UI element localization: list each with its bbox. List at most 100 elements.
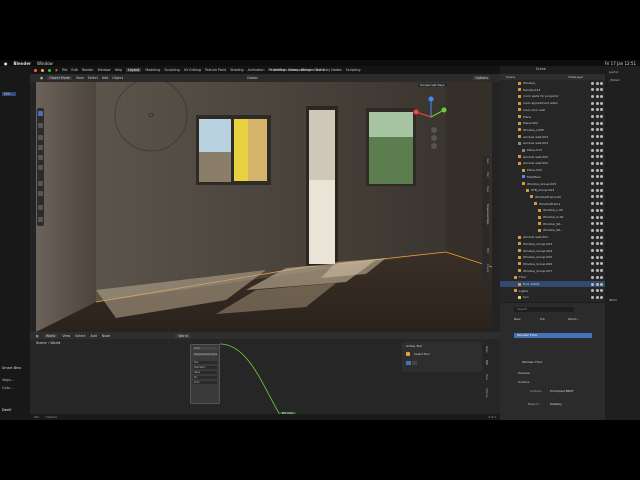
camera-icon[interactable] (600, 128, 603, 132)
outliner-row[interactable]: Modifiers (500, 174, 605, 180)
visibility-icons[interactable] (591, 141, 603, 145)
select-toggle-icon[interactable] (591, 282, 594, 286)
camera-icon[interactable] (600, 81, 603, 85)
section-preview[interactable]: Preview (518, 371, 530, 375)
outliner-row[interactable]: Window_ (500, 80, 605, 86)
surface-shader-field[interactable]: Principled BSDF (550, 389, 574, 393)
eye-icon[interactable] (595, 81, 599, 85)
outliner-row[interactable]: Plane.002 (500, 120, 605, 126)
visibility-icons[interactable] (591, 115, 603, 119)
eye-icon[interactable] (595, 141, 599, 145)
eye-icon[interactable] (595, 148, 599, 152)
select-mode-extend-icon[interactable] (412, 361, 417, 365)
node-menu-node[interactable]: Node (102, 334, 111, 338)
camera-icon[interactable] (600, 182, 603, 186)
workspace-tab-animation[interactable]: Animation (248, 68, 265, 72)
visibility-icons[interactable] (591, 215, 603, 219)
workspace-tab-texture-paint[interactable]: Texture Paint (205, 68, 226, 72)
left-panel-smart-bins[interactable]: Smart Bins (2, 366, 21, 370)
eye-icon[interactable] (595, 94, 599, 98)
visibility-icons[interactable] (591, 222, 603, 226)
world-datablock-field[interactable]: World (175, 333, 191, 338)
measure-tool-icon[interactable] (38, 191, 43, 196)
visibility-icons[interactable] (591, 161, 603, 165)
node-editor-world-type[interactable]: World (43, 333, 58, 338)
camera-icon[interactable] (600, 168, 603, 172)
select-toggle-icon[interactable] (591, 148, 594, 152)
visibility-icons[interactable] (591, 121, 603, 125)
visibility-icons[interactable] (591, 255, 603, 259)
eye-icon[interactable] (595, 168, 599, 172)
outliner-row[interactable]: Plane.013 (500, 147, 605, 153)
eye-icon[interactable] (595, 161, 599, 165)
node-sidebar-tab-options[interactable]: Options (485, 388, 488, 398)
transform-orientation-dropdown[interactable]: Global (247, 76, 258, 80)
outliner-row[interactable]: Window_Group.005 (500, 254, 605, 260)
outliner-row[interactable]: Plane.003 (500, 167, 605, 173)
add-object-tool-icon[interactable] (38, 217, 43, 222)
select-toggle-icon[interactable] (591, 141, 594, 145)
transform-tool-icon[interactable] (38, 165, 43, 170)
sidebar-tab-tool[interactable]: Tool (482, 172, 489, 177)
select-toggle-icon[interactable] (591, 235, 594, 239)
outliner-row[interactable]: Sun (500, 294, 605, 300)
eye-icon[interactable] (595, 295, 599, 299)
add-cube-tool-icon[interactable] (38, 205, 43, 210)
visibility-icons[interactable] (591, 249, 603, 253)
left-panel-item-vega[interactable]: Vega... (2, 378, 14, 382)
node-menu-add[interactable]: Add (90, 334, 96, 338)
eye-icon[interactable] (595, 255, 599, 259)
material-tab-pre[interactable]: Pre (540, 317, 545, 321)
viewport-menu-view[interactable]: View (76, 76, 84, 80)
eye-icon[interactable] (595, 262, 599, 266)
menu-help[interactable]: Help (115, 68, 123, 72)
visibility-icons[interactable] (591, 128, 603, 132)
visibility-icons[interactable] (591, 235, 603, 239)
left-panel-tab[interactable]: Mat... (2, 92, 16, 96)
visibility-icons[interactable] (591, 228, 603, 232)
visibility-icons[interactable] (591, 88, 603, 92)
select-toggle-icon[interactable] (591, 255, 594, 259)
camera-icon[interactable] (600, 141, 603, 145)
camera-icon[interactable] (600, 135, 603, 139)
select-toggle-icon[interactable] (591, 295, 594, 299)
select-box-tool-icon[interactable] (406, 352, 410, 356)
select-toggle-icon[interactable] (591, 249, 594, 253)
annotate-tool-icon[interactable] (38, 181, 43, 186)
menu-file[interactable]: File (62, 68, 68, 72)
outliner-row[interactable]: Window_S0... (500, 221, 605, 227)
visibility-icons[interactable] (591, 208, 603, 212)
eye-icon[interactable] (595, 269, 599, 273)
select-toggle-icon[interactable] (591, 135, 594, 139)
workspace-tab-scripting[interactable]: Scripting (346, 68, 361, 72)
viewport-menu-select[interactable]: Select (88, 76, 98, 80)
3d-viewport[interactable] (36, 82, 492, 332)
visibility-icons[interactable] (591, 81, 603, 85)
outliner-row[interactable]: Window_Group.003 (500, 241, 605, 247)
node-sidebar-tab-view[interactable]: View (485, 374, 488, 380)
camera-icon[interactable] (600, 202, 603, 206)
outliner-row[interactable]: STB_Group.003 (500, 187, 605, 193)
select-toggle-icon[interactable] (591, 155, 594, 159)
camera-icon[interactable] (600, 175, 603, 179)
node-menu-view[interactable]: View (62, 334, 70, 338)
camera-icon[interactable] (600, 269, 603, 273)
visibility-icons[interactable] (591, 269, 603, 273)
select-toggle-icon[interactable] (591, 289, 594, 293)
material-tab-new[interactable]: New (514, 317, 521, 321)
select-toggle-icon[interactable] (591, 88, 594, 92)
select-mode-new-icon[interactable] (406, 361, 411, 365)
workspace-tab-shading[interactable]: Shading (230, 68, 243, 72)
workspace-tab-sculpting[interactable]: Sculpting (164, 68, 179, 72)
viewport-menu-add[interactable]: Add (102, 76, 108, 80)
camera-icon[interactable] (600, 208, 603, 212)
eye-icon[interactable] (595, 235, 599, 239)
camera-icon[interactable] (600, 101, 603, 105)
select-toggle-icon[interactable] (591, 262, 594, 266)
eye-icon[interactable] (595, 222, 599, 226)
select-toggle-icon[interactable] (591, 101, 594, 105)
editor-type-icon[interactable]: ▣ (40, 76, 43, 80)
camera-icon[interactable] (600, 88, 603, 92)
material-tab-wood[interactable]: Wood... (568, 317, 579, 321)
material-name-field[interactable]: Wooden Floor (522, 360, 543, 364)
